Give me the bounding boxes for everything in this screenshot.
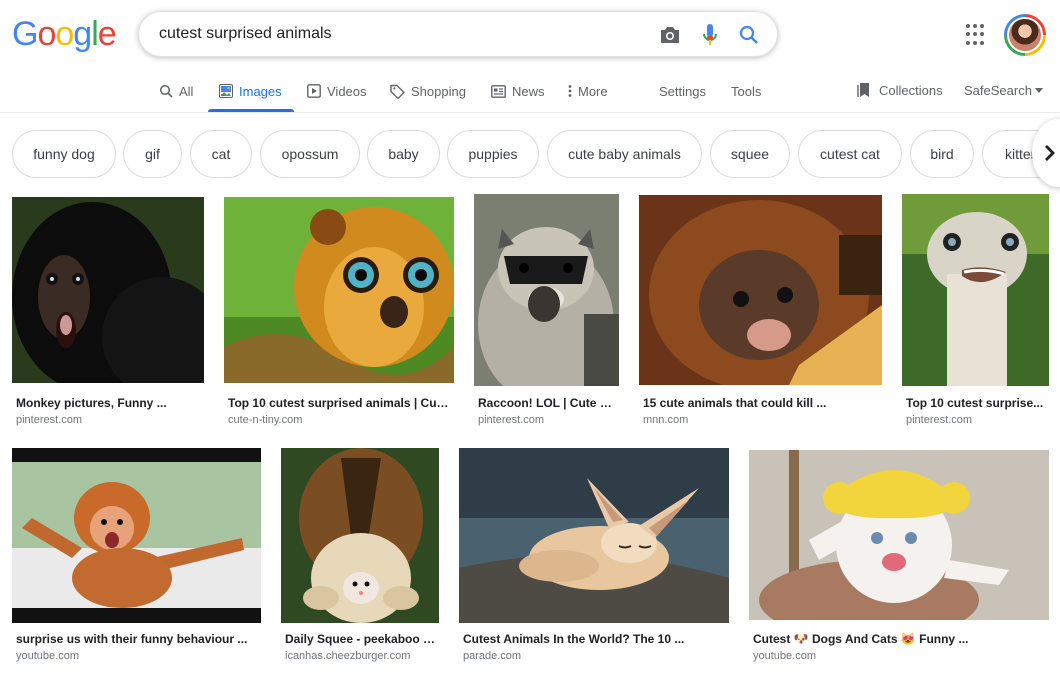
chip-cutest-cat[interactable]: cutest cat bbox=[798, 130, 902, 178]
chip-opossum[interactable]: opossum bbox=[260, 130, 360, 178]
tab-all[interactable]: All bbox=[159, 82, 193, 100]
tag-icon bbox=[390, 84, 405, 99]
tab-label: News bbox=[512, 83, 545, 99]
tab-label: Shopping bbox=[411, 83, 466, 99]
image-result[interactable]: Cutest Animals In the World? The 10 ... … bbox=[459, 448, 729, 668]
image-result[interactable]: Top 10 cutest surprised animals | Cute..… bbox=[224, 197, 454, 427]
chip-cat[interactable]: cat bbox=[190, 130, 252, 178]
microphone-icon[interactable] bbox=[698, 23, 722, 47]
tab-label: More bbox=[578, 83, 608, 99]
chip-bird[interactable]: bird bbox=[910, 130, 974, 178]
collections-link[interactable]: Collections bbox=[857, 81, 943, 99]
result-thumbnail[interactable] bbox=[902, 194, 1049, 386]
search-tabs: All Images Videos Shopping News More Set… bbox=[0, 68, 1060, 113]
related-searches-chips: funny dog gif cat opossum baby puppies c… bbox=[0, 126, 1060, 184]
tab-more[interactable]: More bbox=[568, 82, 608, 100]
search-input[interactable] bbox=[159, 12, 629, 56]
collections-label: Collections bbox=[879, 82, 943, 98]
tab-label: Images bbox=[239, 83, 282, 99]
account-avatar[interactable] bbox=[1004, 14, 1046, 56]
tab-videos[interactable]: Videos bbox=[307, 82, 367, 100]
search-icon bbox=[159, 84, 173, 98]
tab-shopping[interactable]: Shopping bbox=[390, 82, 466, 100]
result-thumbnail[interactable] bbox=[474, 194, 619, 386]
result-source[interactable]: youtube.com bbox=[753, 650, 816, 662]
result-thumbnail[interactable] bbox=[459, 448, 729, 623]
logo-letter: e bbox=[97, 15, 117, 53]
result-source[interactable]: parade.com bbox=[463, 650, 521, 662]
result-caption[interactable]: Raccoon! LOL | Cute an... bbox=[478, 396, 618, 410]
tab-news[interactable]: News bbox=[491, 82, 545, 100]
result-thumbnail[interactable] bbox=[224, 197, 454, 383]
chip-baby[interactable]: baby bbox=[367, 130, 440, 178]
caret-down-icon bbox=[1034, 87, 1043, 93]
tab-images[interactable]: Images bbox=[219, 82, 282, 100]
tab-label: Tools bbox=[731, 83, 762, 99]
result-caption[interactable]: Top 10 cutest surprised animals | Cute..… bbox=[228, 396, 452, 410]
image-result[interactable]: Daily Squee - peekaboo - ... icanhas.che… bbox=[281, 448, 439, 668]
search-icon[interactable] bbox=[737, 23, 761, 47]
image-result[interactable]: Monkey pictures, Funny ... pinterest.com bbox=[12, 197, 204, 427]
result-caption[interactable]: Cutest 🐶 Dogs And Cats 😻 Funny ... bbox=[753, 632, 1047, 646]
play-icon bbox=[307, 84, 321, 98]
result-thumbnail[interactable] bbox=[12, 197, 204, 383]
chip-gif[interactable]: gif bbox=[123, 130, 182, 178]
google-logo[interactable]: Google bbox=[12, 14, 117, 54]
newspaper-icon bbox=[491, 84, 506, 98]
image-result[interactable]: 15 cute animals that could kill ... mnn.… bbox=[639, 195, 882, 427]
image-result[interactable]: Raccoon! LOL | Cute an... pinterest.com bbox=[474, 194, 619, 427]
result-source[interactable]: pinterest.com bbox=[906, 414, 972, 426]
logo-letter: g bbox=[73, 15, 92, 53]
safesearch-dropdown[interactable]: SafeSearch bbox=[964, 81, 1043, 99]
more-vert-icon bbox=[568, 85, 572, 97]
result-thumbnail[interactable] bbox=[12, 448, 261, 623]
result-caption[interactable]: Cutest Animals In the World? The 10 ... bbox=[463, 632, 725, 646]
result-source[interactable]: youtube.com bbox=[16, 650, 79, 662]
result-caption[interactable]: Top 10 cutest surprise... bbox=[906, 396, 1048, 410]
image-result[interactable]: Cutest 🐶 Dogs And Cats 😻 Funny ... youtu… bbox=[749, 450, 1049, 668]
tab-settings[interactable]: Settings bbox=[659, 82, 706, 100]
result-source[interactable]: icanhas.cheezburger.com bbox=[285, 650, 410, 662]
chip-squee[interactable]: squee bbox=[710, 130, 790, 178]
chip-puppies[interactable]: puppies bbox=[447, 130, 539, 178]
chip-cute-baby-animals[interactable]: cute baby animals bbox=[547, 130, 702, 178]
chip-funny-dog[interactable]: funny dog bbox=[12, 130, 116, 178]
tab-label: Videos bbox=[327, 83, 367, 99]
result-thumbnail[interactable] bbox=[281, 448, 439, 623]
image-icon bbox=[219, 84, 233, 98]
result-caption[interactable]: Daily Squee - peekaboo - ... bbox=[285, 632, 437, 646]
logo-letter: G bbox=[12, 15, 38, 53]
apps-grid-icon[interactable] bbox=[966, 24, 988, 46]
result-thumbnail[interactable] bbox=[749, 450, 1049, 620]
result-source[interactable]: cute-n-tiny.com bbox=[228, 414, 302, 426]
bookmark-icon bbox=[857, 83, 869, 97]
image-result[interactable]: Top 10 cutest surprise... pinterest.com bbox=[902, 194, 1049, 427]
active-tab-indicator bbox=[208, 109, 294, 112]
logo-letter: o bbox=[55, 15, 74, 53]
result-caption[interactable]: surprise us with their funny behaviour .… bbox=[16, 632, 256, 646]
image-result[interactable]: surprise us with their funny behaviour .… bbox=[12, 448, 261, 668]
result-caption[interactable]: 15 cute animals that could kill ... bbox=[643, 396, 881, 410]
safesearch-label: SafeSearch bbox=[964, 82, 1032, 98]
tab-tools[interactable]: Tools bbox=[731, 82, 761, 100]
result-source[interactable]: pinterest.com bbox=[478, 414, 544, 426]
tab-label: Settings bbox=[659, 83, 706, 99]
search-box bbox=[138, 11, 778, 57]
logo-letter: o bbox=[37, 15, 56, 53]
camera-icon[interactable] bbox=[658, 23, 682, 47]
result-source[interactable]: pinterest.com bbox=[16, 414, 82, 426]
result-source[interactable]: mnn.com bbox=[643, 414, 688, 426]
result-thumbnail[interactable] bbox=[639, 195, 882, 385]
result-caption[interactable]: Monkey pictures, Funny ... bbox=[16, 396, 202, 410]
tab-label: All bbox=[179, 83, 194, 99]
chevron-right-icon bbox=[1045, 145, 1055, 161]
